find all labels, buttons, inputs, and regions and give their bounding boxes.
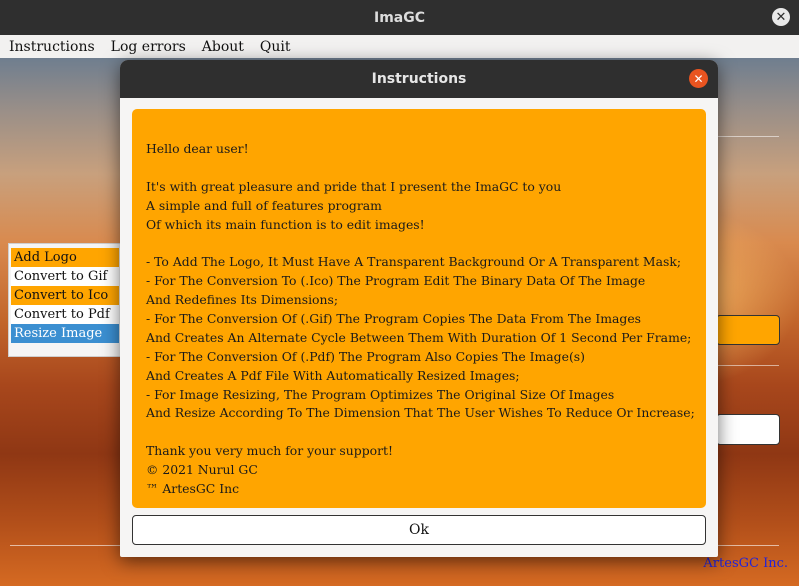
instruction-line bbox=[146, 159, 692, 178]
instruction-line: - For The Conversion Of (.Pdf) The Progr… bbox=[146, 348, 585, 364]
instruction-line: It's with great pleasure and pride that … bbox=[146, 178, 562, 194]
list-item-convert-gif[interactable]: Convert to Gif bbox=[11, 267, 119, 286]
dialog-titlebar: Instructions ✕ bbox=[120, 60, 718, 98]
divider bbox=[716, 365, 779, 366]
instruction-line: - For The Conversion To (.Ico) The Progr… bbox=[146, 273, 646, 289]
instructions-text: Hello dear user! It's with great pleasure… bbox=[132, 109, 706, 508]
instruction-line: - For Image Resizing, The Program Optimi… bbox=[146, 386, 615, 402]
instruction-line: A simple and full of features program bbox=[146, 197, 382, 213]
instruction-line: - To Add The Logo, It Must Have A Transp… bbox=[146, 254, 682, 270]
action-button[interactable] bbox=[716, 315, 780, 345]
menu-bar: Instructions Log errors About Quit bbox=[0, 35, 799, 58]
instruction-line bbox=[146, 423, 692, 442]
window-title: ImaGC bbox=[373, 9, 425, 26]
list-item-resize-image[interactable]: Resize Image bbox=[11, 324, 119, 343]
instruction-line: And Creates An Alternate Cycle Between T… bbox=[146, 329, 692, 345]
text-field[interactable] bbox=[716, 414, 780, 445]
instruction-line: ™ ArtesGC Inc bbox=[146, 481, 240, 497]
menu-instructions[interactable]: Instructions bbox=[0, 39, 102, 55]
instruction-line: And Resize According To The Dimension Th… bbox=[146, 405, 695, 421]
instruction-line: And Creates A Pdf File With Automaticall… bbox=[146, 367, 520, 383]
instruction-line: - For The Conversion Of (.Gif) The Progr… bbox=[146, 311, 642, 327]
instruction-line bbox=[146, 234, 692, 253]
instruction-line: And Redefines Its Dimensions; bbox=[146, 292, 339, 308]
ok-button[interactable]: Ok bbox=[132, 515, 706, 545]
instruction-line: © 2021 Nurul GC bbox=[146, 462, 258, 478]
list-item-add-logo[interactable]: Add Logo bbox=[11, 248, 119, 267]
instruction-line: Of which its main function is to edit im… bbox=[146, 216, 425, 232]
divider bbox=[716, 136, 779, 137]
dialog-title: Instructions bbox=[371, 71, 467, 87]
instructions-dialog: Instructions ✕ Hello dear user! It's with… bbox=[120, 60, 718, 557]
brand-label: ArtesGC Inc. bbox=[703, 556, 788, 571]
instruction-line: Hello dear user! bbox=[146, 141, 249, 156]
menu-about[interactable]: About bbox=[193, 39, 251, 55]
list-item-convert-ico[interactable]: Convert to Ico bbox=[11, 286, 119, 305]
instruction-line: Thank you very much for your support! bbox=[146, 443, 393, 459]
window-close-icon[interactable]: ✕ bbox=[772, 8, 790, 26]
menu-log-errors[interactable]: Log errors bbox=[102, 39, 193, 55]
menu-quit[interactable]: Quit bbox=[251, 39, 298, 55]
list-item-convert-pdf[interactable]: Convert to Pdf bbox=[11, 305, 119, 324]
window-titlebar: ImaGC ✕ bbox=[0, 0, 799, 35]
dialog-close-icon[interactable]: ✕ bbox=[689, 69, 708, 88]
